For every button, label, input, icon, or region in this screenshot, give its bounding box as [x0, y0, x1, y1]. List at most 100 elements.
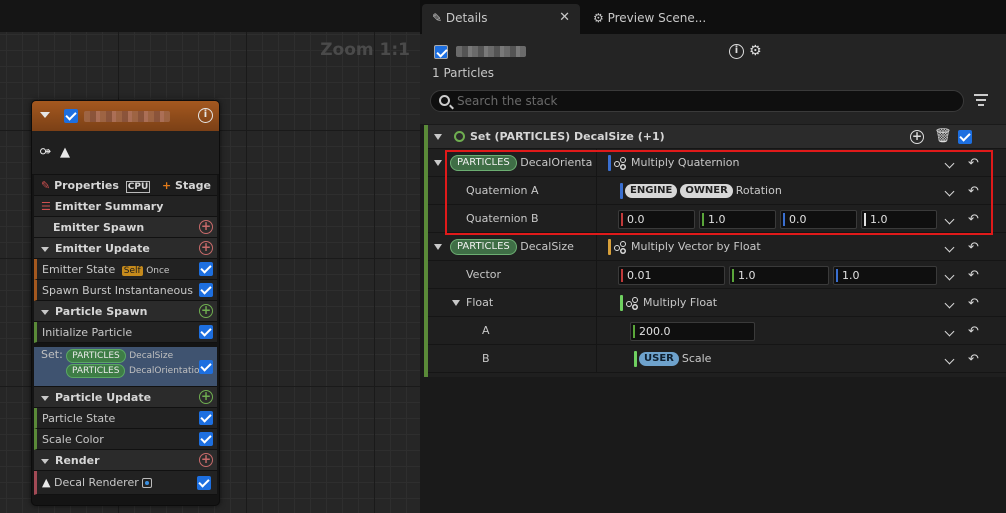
- param-row-b[interactable]: B USER Scale ↶: [428, 345, 1006, 373]
- quat-x-field[interactable]: 0.0: [618, 210, 695, 229]
- module-enabled-checkbox[interactable]: [199, 411, 213, 425]
- reset-icon[interactable]: ↶: [968, 324, 979, 339]
- linked-input-selector[interactable]: USER Scale: [634, 345, 711, 373]
- chevron-down-icon[interactable]: [944, 186, 955, 197]
- tab-preview-scene[interactable]: ⚙ Preview Scene...: [583, 4, 733, 34]
- decal-renderer-row[interactable]: ▲ Decal Renderer: [34, 471, 217, 495]
- dynamic-input-selector[interactable]: Multiply Float: [620, 289, 717, 317]
- float-a-field[interactable]: 200.0: [630, 322, 755, 341]
- graph-toolbar: [0, 0, 420, 32]
- chevron-down-icon[interactable]: [944, 158, 955, 169]
- add-stage-button[interactable]: + Stage: [162, 175, 211, 196]
- expand-icon[interactable]: [41, 309, 49, 315]
- add-module-icon[interactable]: +: [199, 241, 213, 255]
- add-module-icon[interactable]: +: [199, 390, 213, 404]
- emitter-state-row[interactable]: Emitter State Self Once: [34, 259, 217, 280]
- tab-details[interactable]: ✎ Details ✕: [422, 4, 580, 34]
- initialize-particle-row[interactable]: Initialize Particle: [34, 322, 217, 343]
- vector-x-field[interactable]: 0.01: [618, 266, 725, 285]
- delete-icon[interactable]: 🗑: [934, 128, 952, 144]
- module-enabled-checkbox[interactable]: [199, 283, 213, 297]
- emitter-summary-row[interactable]: ☰ Emitter Summary: [34, 196, 217, 217]
- collapse-arrow-icon[interactable]: [452, 300, 460, 306]
- pin-icon[interactable]: ⚩: [40, 145, 51, 160]
- emitter-graph-canvas[interactable]: Zoom 1:1 i ⚩ ▲ ✎ Properties CPU + Stage …: [0, 0, 420, 513]
- add-module-icon[interactable]: +: [199, 304, 213, 318]
- param-value: Multiply Vector by Float: [631, 240, 761, 253]
- stack-search-box[interactable]: [430, 90, 964, 112]
- add-icon[interactable]: +: [910, 130, 924, 144]
- quat-z-field[interactable]: 0.0: [780, 210, 857, 229]
- quat-w-field[interactable]: 1.0: [861, 210, 937, 229]
- chevron-down-icon[interactable]: [944, 270, 955, 281]
- particle-update-row[interactable]: Particle Update +: [34, 387, 217, 408]
- collapse-arrow-icon[interactable]: [434, 160, 442, 166]
- linked-input-selector[interactable]: ENGINE OWNER Rotation: [620, 177, 782, 205]
- reset-icon[interactable]: ↶: [968, 268, 979, 283]
- info-icon[interactable]: i: [729, 43, 744, 59]
- scale-color-row[interactable]: Scale Color: [34, 429, 217, 450]
- spawn-burst-row[interactable]: Spawn Burst Instantaneous: [34, 280, 217, 301]
- param-row-decal-orientation[interactable]: PARTICLES DecalOrienta Multiply Quaterni…: [428, 149, 1006, 177]
- collapse-arrow-icon[interactable]: [434, 134, 442, 140]
- add-renderer-icon[interactable]: +: [199, 453, 213, 467]
- reset-icon[interactable]: ↶: [968, 240, 979, 255]
- gear-icon[interactable]: ⚙: [749, 43, 762, 59]
- search-input[interactable]: [457, 93, 957, 109]
- expand-icon[interactable]: [41, 458, 49, 464]
- emitter-name-redacted: [456, 46, 526, 57]
- param-value: Scale: [681, 352, 712, 365]
- emitter-node-header[interactable]: i: [32, 101, 219, 131]
- module-header[interactable]: Set (PARTICLES) DecalSize (+1) + 🗑: [428, 125, 1006, 149]
- expand-icon[interactable]: [41, 395, 49, 401]
- quat-y-field[interactable]: 1.0: [699, 210, 776, 229]
- module-enabled-checkbox[interactable]: [199, 262, 213, 276]
- module-enabled-checkbox[interactable]: [958, 130, 972, 144]
- add-module-icon[interactable]: +: [199, 220, 213, 234]
- param-row-decal-size[interactable]: PARTICLES DecalSize Multiply Vector by F…: [428, 233, 1006, 261]
- module-enabled-checkbox[interactable]: [197, 476, 211, 490]
- render-row[interactable]: Render +: [34, 450, 217, 471]
- reset-icon[interactable]: ↶: [968, 212, 979, 227]
- emitter-enabled-checkbox[interactable]: [434, 45, 448, 59]
- module-enabled-checkbox[interactable]: [199, 325, 213, 339]
- vector-z-field[interactable]: 1.0: [833, 266, 937, 285]
- dynamic-input-selector[interactable]: Multiply Vector by Float: [608, 233, 761, 261]
- chevron-down-icon[interactable]: [944, 214, 955, 225]
- param-row-quaternion-b[interactable]: Quaternion B 0.0 1.0 0.0 1.0 ↶: [428, 205, 1006, 233]
- chevron-down-icon[interactable]: [944, 242, 955, 253]
- collapse-arrow-icon[interactable]: [434, 244, 442, 250]
- module-enabled-checkbox[interactable]: [199, 360, 213, 374]
- chevron-down-icon[interactable]: [944, 354, 955, 365]
- reset-icon[interactable]: ↶: [968, 352, 979, 367]
- filter-icon[interactable]: [974, 94, 988, 109]
- properties-row[interactable]: ✎ Properties CPU + Stage: [34, 175, 217, 196]
- dynamic-input-selector[interactable]: Multiply Quaternion: [608, 149, 739, 177]
- emitter-spawn-row[interactable]: Emitter Spawn +: [34, 217, 217, 238]
- param-row-vector[interactable]: Vector 0.01 1.0 1.0 ↶: [428, 261, 1006, 289]
- reset-icon[interactable]: ↶: [968, 184, 979, 199]
- info-icon[interactable]: i: [198, 108, 213, 123]
- set-parameters-row[interactable]: Set: PARTICLES DecalSize PARTICLES Decal…: [34, 347, 217, 387]
- collapse-arrow-icon[interactable]: [40, 112, 50, 118]
- reset-icon[interactable]: ↶: [968, 156, 979, 171]
- particles-namespace-pill: PARTICLES: [66, 349, 126, 363]
- chevron-down-icon[interactable]: [944, 298, 955, 309]
- param-row-float[interactable]: Float Multiply Float ↶: [428, 289, 1006, 317]
- param-name: Float: [466, 296, 494, 309]
- emitter-enabled-checkbox[interactable]: [64, 109, 78, 123]
- zoom-label: Zoom 1:1: [320, 40, 410, 60]
- close-tab-icon[interactable]: ✕: [559, 4, 570, 32]
- param-row-a[interactable]: A 200.0 ↶: [428, 317, 1006, 345]
- particle-state-row[interactable]: Particle State: [34, 408, 217, 429]
- module-enabled-checkbox[interactable]: [199, 432, 213, 446]
- chevron-down-icon[interactable]: [944, 326, 955, 337]
- expand-icon[interactable]: [41, 246, 49, 252]
- reset-icon[interactable]: ↶: [968, 296, 979, 311]
- vector-y-field[interactable]: 1.0: [729, 266, 829, 285]
- particle-spawn-row[interactable]: Particle Spawn +: [34, 301, 217, 322]
- tab-bar: ✎ Details ✕ ⚙ Preview Scene...: [420, 0, 1006, 34]
- emitter-update-row[interactable]: Emitter Update +: [34, 238, 217, 259]
- param-row-quaternion-a[interactable]: Quaternion A ENGINE OWNER Rotation ↶: [428, 177, 1006, 205]
- emitter-node[interactable]: i ⚩ ▲ ✎ Properties CPU + Stage ☰ Emitter…: [31, 100, 220, 506]
